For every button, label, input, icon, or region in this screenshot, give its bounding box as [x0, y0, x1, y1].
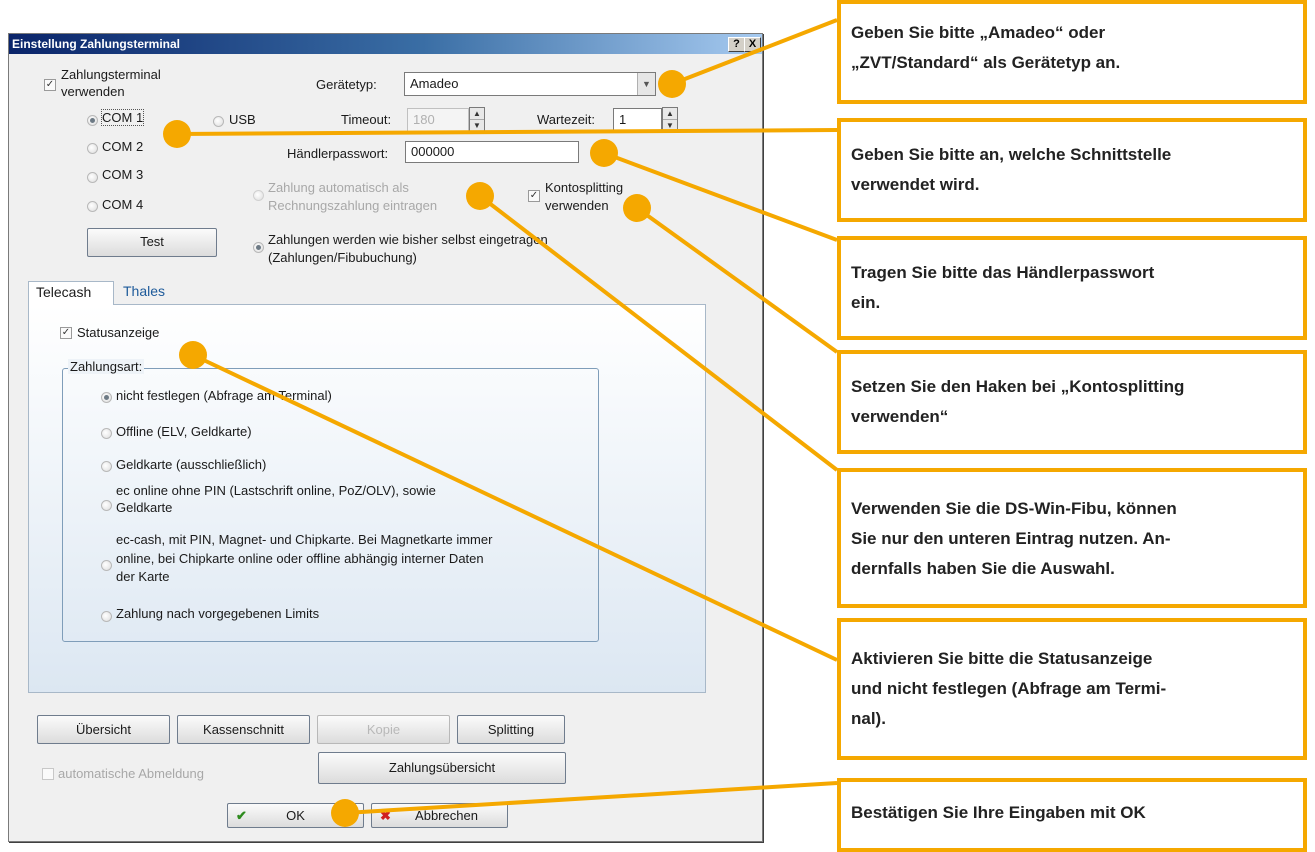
callout-marker-1	[658, 70, 686, 98]
connector-5	[478, 194, 839, 472]
callout-marker-4	[623, 194, 651, 222]
callout-marker-6	[179, 341, 207, 369]
callout-6: Aktivieren Sie bitte die Statusanzeige u…	[837, 618, 1307, 760]
callout-6-line-1: Aktivieren Sie bitte die Statusanzeige	[851, 649, 1153, 668]
callout-3-line-2: ein.	[851, 293, 881, 312]
callout-4-line-2: verwenden“	[851, 407, 949, 426]
callout-6-line-2: und nicht festlegen (Abfrage am Termi-	[851, 679, 1167, 698]
callout-2-line-2: verwendet wird.	[851, 175, 980, 194]
callout-7-line-1: Bestätigen Sie Ihre Eingaben mit OK	[851, 803, 1146, 822]
callout-5-line-3: dernfalls haben Sie die Auswahl.	[851, 559, 1115, 578]
connector-6	[192, 353, 838, 662]
callout-2: Geben Sie bitte an, welche Schnittstelle…	[837, 118, 1307, 222]
callout-1-line-1: Geben Sie bitte „Amadeo“ oder	[851, 23, 1106, 42]
connector-1	[671, 18, 838, 86]
callout-marker-3	[590, 139, 618, 167]
callout-5-line-2: Sie nur den unteren Eintrag nutzen. An-	[851, 529, 1171, 548]
callout-4: Setzen Sie den Haken bei „Kontosplitting…	[837, 350, 1307, 454]
callout-marker-7	[331, 799, 359, 827]
callout-1: Geben Sie bitte „Amadeo“ oder „ZVT/Stand…	[837, 0, 1307, 104]
callout-5: Verwenden Sie die DS-Win-Fibu, können Si…	[837, 468, 1307, 608]
callout-5-line-1: Verwenden Sie die DS-Win-Fibu, können	[851, 499, 1177, 518]
callout-3: Tragen Sie bitte das Händlerpasswort ein…	[837, 236, 1307, 340]
callout-3-line-1: Tragen Sie bitte das Händlerpasswort	[851, 263, 1155, 282]
callout-1-line-2: „ZVT/Standard“ als Gerätetyp an.	[851, 53, 1121, 72]
callout-4-line-1: Setzen Sie den Haken bei „Kontosplitting	[851, 377, 1185, 396]
connector-2	[176, 128, 838, 136]
callout-marker-5	[466, 182, 494, 210]
callout-marker-2	[163, 120, 191, 148]
callout-7: Bestätigen Sie Ihre Eingaben mit OK	[837, 778, 1307, 852]
callout-6-line-3: nal).	[851, 709, 886, 728]
connector-7	[344, 781, 838, 815]
callout-2-line-1: Geben Sie bitte an, welche Schnittstelle	[851, 145, 1172, 164]
